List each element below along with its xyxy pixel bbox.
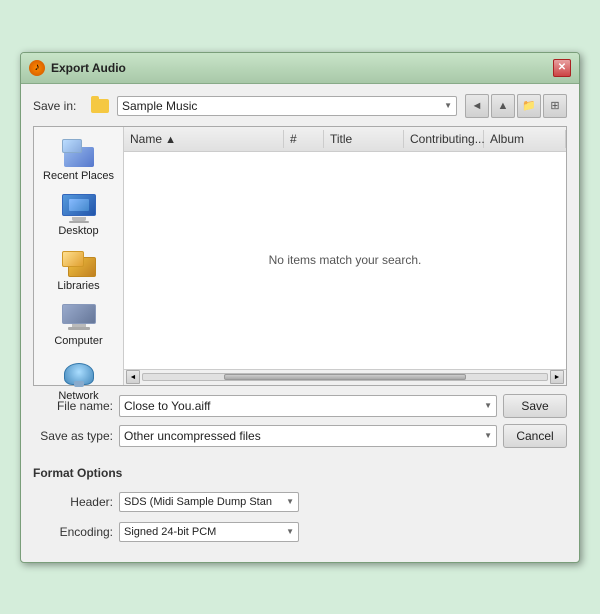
save-as-type-arrow-icon: ▼	[484, 431, 492, 440]
libraries-label: Libraries	[57, 280, 99, 292]
file-name-input[interactable]: Close to You.aiff ▼	[119, 395, 497, 417]
header-dropdown-arrow-icon: ▼	[286, 497, 294, 506]
title-bar: ♪ Export Audio ✕	[21, 53, 579, 84]
scroll-track[interactable]	[142, 373, 548, 381]
title-bar-left: ♪ Export Audio	[29, 60, 126, 76]
sidebar-item-recent-places[interactable]: Recent Places	[39, 135, 119, 186]
save-as-type-row: Save as type: Other uncompressed files ▼…	[33, 424, 567, 448]
dropdown-arrow-icon: ▼	[444, 101, 452, 110]
header-dropdown[interactable]: SDS (Midi Sample Dump Stan ▼	[119, 492, 299, 512]
header-row: Header: SDS (Midi Sample Dump Stan ▼	[33, 492, 567, 512]
view-button[interactable]: ⊞	[543, 94, 567, 118]
header-label: Header:	[33, 495, 113, 509]
sidebar-item-desktop[interactable]: Desktop	[39, 190, 119, 241]
file-name-label: File name:	[33, 399, 113, 413]
format-options-title: Format Options	[33, 466, 567, 480]
col-header-name[interactable]: Name ▲	[124, 130, 284, 148]
file-name-value: Close to You.aiff	[124, 399, 480, 413]
desktop-icon	[62, 194, 96, 222]
new-folder-button[interactable]: 📁	[517, 94, 541, 118]
sidebar: Recent Places Desktop	[34, 127, 124, 385]
encoding-label: Encoding:	[33, 525, 113, 539]
recent-places-icon	[62, 139, 96, 167]
file-list-empty-message: No items match your search.	[124, 152, 566, 369]
header-value: SDS (Midi Sample Dump Stan	[124, 496, 282, 508]
scroll-left-button[interactable]: ◄	[126, 370, 140, 384]
up-button[interactable]: ▲	[491, 94, 515, 118]
encoding-row: Encoding: Signed 24-bit PCM ▼	[33, 522, 567, 542]
main-area: Recent Places Desktop	[33, 126, 567, 386]
libraries-icon	[62, 249, 96, 277]
save-in-row: Save in: Sample Music ▼ ◄ ▲ 📁 ⊞	[33, 94, 567, 118]
save-as-type-dropdown[interactable]: Other uncompressed files ▼	[119, 425, 497, 447]
close-button[interactable]: ✕	[553, 59, 571, 77]
network-icon	[62, 359, 96, 387]
horizontal-scrollbar[interactable]: ◄ ►	[124, 369, 566, 385]
file-name-arrow-icon: ▼	[484, 401, 492, 410]
sidebar-item-libraries[interactable]: Libraries	[39, 245, 119, 296]
save-in-dropdown[interactable]: Sample Music ▼	[117, 96, 457, 116]
dialog-body: Save in: Sample Music ▼ ◄ ▲ 📁 ⊞	[21, 84, 579, 562]
dialog-title: Export Audio	[51, 61, 126, 75]
col-header-album[interactable]: Album	[484, 130, 566, 148]
export-audio-dialog: ♪ Export Audio ✕ Save in: Sample Music ▼…	[20, 52, 580, 563]
encoding-value: Signed 24-bit PCM	[124, 526, 282, 538]
recent-places-label: Recent Places	[43, 170, 114, 182]
app-icon: ♪	[29, 60, 45, 76]
computer-label: Computer	[54, 335, 102, 347]
save-in-path: Sample Music	[122, 99, 440, 113]
desktop-label: Desktop	[58, 225, 98, 237]
file-list-area: Name ▲ # Title Contributing... Album	[124, 127, 566, 385]
encoding-dropdown-arrow-icon: ▼	[286, 527, 294, 536]
sidebar-item-computer[interactable]: Computer	[39, 300, 119, 351]
back-button[interactable]: ◄	[465, 94, 489, 118]
col-header-num[interactable]: #	[284, 130, 324, 148]
save-as-type-label: Save as type:	[33, 429, 113, 443]
computer-icon	[62, 304, 96, 332]
save-button[interactable]: Save	[503, 394, 567, 418]
col-header-title[interactable]: Title	[324, 130, 404, 148]
col-header-contributing[interactable]: Contributing...	[404, 130, 484, 148]
scroll-thumb[interactable]	[224, 374, 466, 380]
cancel-button[interactable]: Cancel	[503, 424, 567, 448]
file-list-header: Name ▲ # Title Contributing... Album	[124, 127, 566, 152]
folder-icon	[91, 99, 109, 113]
save-as-type-value: Other uncompressed files	[124, 429, 480, 443]
format-options-section: Format Options Header: SDS (Midi Sample …	[33, 454, 567, 542]
save-in-label: Save in:	[33, 99, 83, 113]
scroll-right-button[interactable]: ►	[550, 370, 564, 384]
nav-buttons: ◄ ▲ 📁 ⊞	[465, 94, 567, 118]
encoding-dropdown[interactable]: Signed 24-bit PCM ▼	[119, 522, 299, 542]
